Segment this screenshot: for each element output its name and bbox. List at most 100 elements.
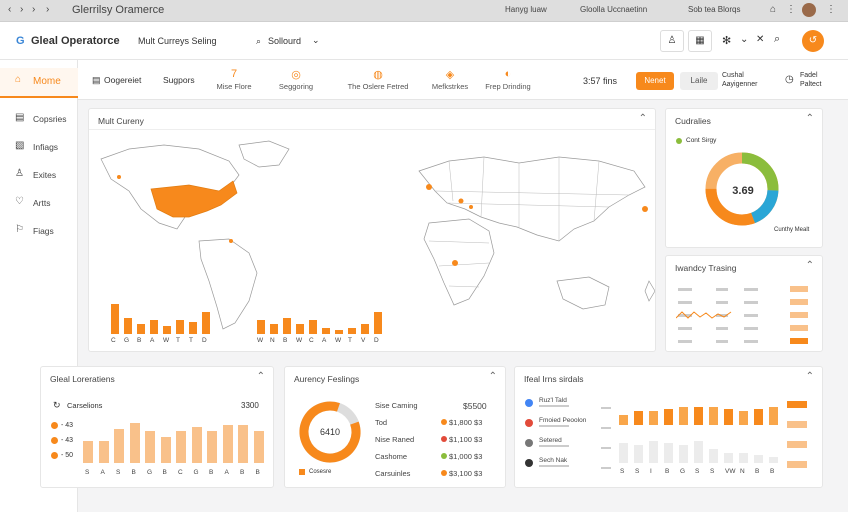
bar[interactable] — [111, 304, 119, 334]
close-icon[interactable]: ✕ — [756, 34, 764, 45]
bar[interactable] — [754, 455, 763, 463]
row-badge[interactable] — [790, 299, 808, 305]
bar[interactable] — [176, 320, 184, 334]
bar[interactable] — [257, 320, 265, 334]
bar[interactable] — [739, 411, 748, 425]
forward-icon-3[interactable]: › — [46, 4, 49, 15]
bar[interactable] — [163, 326, 171, 334]
row-badge[interactable] — [790, 338, 808, 344]
bar[interactable] — [309, 320, 317, 334]
chevron-down-icon-2[interactable]: ⌄ — [740, 34, 748, 45]
menu-icon[interactable]: ⋮ — [786, 4, 796, 15]
bar[interactable] — [83, 441, 93, 463]
bar[interactable] — [202, 312, 210, 334]
chevron-up-icon-6[interactable]: ⌃ — [806, 371, 814, 382]
chevron-up-icon-4[interactable]: ⌃ — [257, 371, 265, 382]
row-badge[interactable] — [790, 286, 808, 292]
bar[interactable] — [348, 328, 356, 334]
bar[interactable] — [207, 431, 217, 463]
tool-4[interactable]: ◈ Mefkstrkes — [420, 68, 480, 91]
bar[interactable] — [145, 431, 155, 463]
row-badge[interactable] — [787, 461, 807, 468]
world-map[interactable] — [89, 131, 655, 331]
bar[interactable] — [270, 324, 278, 334]
bar[interactable] — [709, 449, 718, 463]
bar[interactable] — [694, 441, 703, 463]
bar[interactable] — [189, 322, 197, 334]
next-button[interactable]: Nenet — [636, 72, 674, 90]
sidebar-item-home[interactable]: ⌂ Mome — [0, 68, 78, 98]
bar[interactable] — [739, 453, 748, 463]
overview-tab[interactable]: Oogereiet — [104, 75, 141, 85]
bar[interactable] — [222, 425, 233, 463]
bar[interactable] — [238, 425, 248, 463]
panel-select[interactable]: Fadel Paltect — [800, 71, 838, 89]
user-icon[interactable]: ♙ — [660, 30, 684, 52]
customer-assignment[interactable]: Cushal Aayigenner — [722, 71, 768, 89]
transaction-name[interactable]: Sech Nak — [539, 457, 567, 464]
bar[interactable] — [98, 441, 109, 463]
row-badge[interactable] — [787, 401, 807, 408]
chevron-up-icon[interactable]: ⌃ — [639, 113, 647, 124]
app-logo[interactable]: Gleal Operatorce — [31, 35, 120, 47]
bar[interactable] — [769, 457, 778, 463]
bar[interactable] — [137, 324, 145, 334]
bar[interactable] — [619, 443, 628, 463]
bar[interactable] — [634, 445, 643, 463]
browser-tab-3[interactable]: Sob tea Blorqs — [688, 5, 740, 14]
multicurrency-menu[interactable]: Mult Curreys Seling — [138, 36, 217, 46]
bar[interactable] — [679, 445, 688, 463]
sidebar-item-flags[interactable]: ⚐ Fiags — [0, 218, 78, 244]
bar[interactable] — [296, 324, 304, 334]
bar[interactable] — [649, 411, 658, 425]
bar[interactable] — [649, 441, 658, 463]
bar[interactable] — [150, 320, 158, 334]
tool-2[interactable]: ◎ Seggoring — [266, 68, 326, 91]
bar[interactable] — [709, 407, 718, 425]
bar[interactable] — [335, 330, 343, 334]
search-menu[interactable]: Sollourd — [268, 36, 301, 46]
bar[interactable] — [619, 415, 628, 425]
bar[interactable] — [114, 429, 124, 463]
bar[interactable] — [769, 407, 778, 425]
browser-tab-2[interactable]: Gloolla Uccnaetinn — [580, 5, 647, 14]
chevron-down-icon[interactable]: ⌄ — [312, 35, 320, 46]
bar[interactable] — [664, 443, 673, 463]
more-icon[interactable]: ⋮ — [826, 4, 836, 15]
chevron-up-icon-3[interactable]: ⌃ — [806, 260, 814, 271]
sidebar-item-insights[interactable]: ▧ Infiags — [0, 134, 78, 160]
support-tab[interactable]: Sugpors — [163, 75, 195, 85]
bar[interactable] — [283, 318, 291, 334]
row-badge[interactable] — [790, 325, 808, 331]
profile-avatar[interactable] — [802, 3, 816, 17]
back-icon[interactable]: ‹ — [8, 4, 11, 15]
bar[interactable] — [374, 312, 382, 334]
bar[interactable] — [191, 427, 202, 463]
row-badge[interactable] — [790, 312, 808, 318]
bar[interactable] — [361, 324, 369, 334]
bar[interactable] — [253, 431, 264, 463]
secondary-button[interactable]: Laile — [680, 72, 718, 90]
chevron-up-icon-2[interactable]: ⌃ — [806, 113, 814, 124]
bar[interactable] — [694, 407, 703, 425]
forward-icon-2[interactable]: › — [32, 4, 35, 15]
bar[interactable] — [664, 409, 673, 425]
bar[interactable] — [322, 328, 330, 334]
forward-icon[interactable]: › — [20, 4, 23, 15]
transaction-name[interactable]: Setered — [539, 437, 562, 444]
bar[interactable] — [754, 409, 763, 425]
settings-icon[interactable]: ✻ — [722, 34, 731, 47]
bar[interactable] — [129, 423, 140, 463]
bar[interactable] — [634, 411, 643, 425]
sidebar-item-countries[interactable]: ▤ Copsries — [0, 106, 78, 132]
tool-5[interactable]: ◐ Frep Drinding — [478, 68, 538, 91]
browser-tab-1[interactable]: Hanyg luaw — [505, 5, 547, 14]
chevron-up-icon-5[interactable]: ⌃ — [489, 371, 497, 382]
search-icon-2[interactable]: ⌕ — [774, 33, 780, 46]
bar[interactable] — [176, 431, 186, 463]
bar[interactable] — [724, 453, 733, 463]
transaction-name[interactable]: Fmoied Peoolon — [539, 417, 586, 424]
bar[interactable] — [124, 318, 132, 334]
grid-icon[interactable]: ▦ — [688, 30, 712, 52]
row-badge[interactable] — [787, 441, 807, 448]
